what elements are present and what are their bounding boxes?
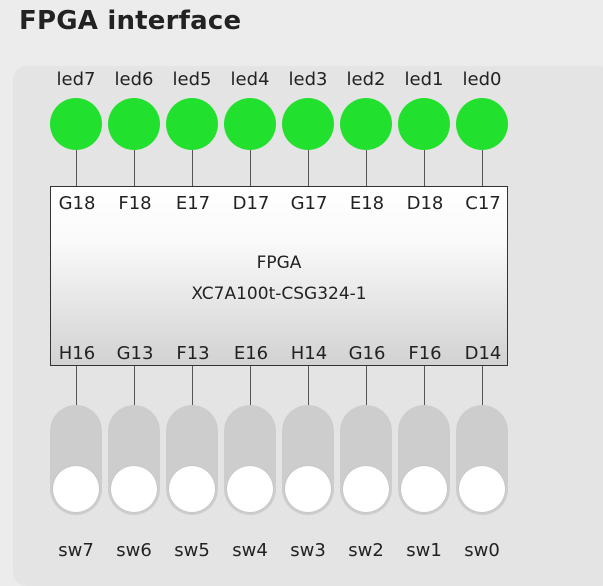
fpga-pin-label: C17 (465, 193, 501, 214)
fpga-pin-label: D14 (464, 343, 502, 364)
switch-knob[interactable] (401, 466, 447, 512)
fpga-pin-label: E16 (233, 343, 269, 364)
toggle-switch[interactable] (224, 405, 276, 515)
switch-label: sw4 (232, 540, 268, 561)
switch-label: sw7 (58, 540, 94, 561)
led-indicator (108, 98, 160, 150)
switch-knob[interactable] (169, 466, 215, 512)
led-indicator (166, 98, 218, 150)
toggle-switch[interactable] (398, 405, 450, 515)
led-label: led5 (172, 69, 212, 90)
fpga-pin-label: G13 (116, 343, 154, 364)
switch-wire (192, 366, 193, 408)
switch-label: sw0 (464, 540, 500, 561)
switch-knob[interactable] (227, 466, 273, 512)
led-label: led2 (346, 69, 386, 90)
fpga-pin-label: D17 (232, 193, 270, 214)
toggle-switch[interactable] (166, 405, 218, 515)
led-label: led6 (114, 69, 154, 90)
fpga-pin-label: H16 (58, 343, 96, 364)
fpga-pin-label: E18 (349, 193, 385, 214)
toggle-switch[interactable] (50, 405, 102, 515)
led-indicator (50, 98, 102, 150)
toggle-switch[interactable] (340, 405, 392, 515)
led-wire (424, 150, 425, 186)
fpga-part-number: XC7A100t-CSG324-1 (191, 284, 367, 304)
switch-knob[interactable] (459, 466, 505, 512)
fpga-pin-label: F18 (118, 193, 152, 214)
led-indicator (224, 98, 276, 150)
switch-wire (366, 366, 367, 408)
fpga-pin-label: H14 (290, 343, 328, 364)
led-indicator (282, 98, 334, 150)
fpga-pin-label: G17 (290, 193, 328, 214)
switch-label: sw3 (290, 540, 326, 561)
led-wire (134, 150, 135, 186)
fpga-name: FPGA (256, 253, 302, 273)
switch-label: sw6 (116, 540, 152, 561)
led-label: led7 (56, 69, 96, 90)
led-indicator (398, 98, 450, 150)
led-indicator (340, 98, 392, 150)
toggle-switch[interactable] (282, 405, 334, 515)
led-wire (308, 150, 309, 186)
switch-label: sw1 (406, 540, 442, 561)
switch-wire (250, 366, 251, 408)
led-label: led3 (288, 69, 328, 90)
led-label: led1 (404, 69, 444, 90)
switch-label: sw5 (174, 540, 210, 561)
switch-wire (308, 366, 309, 408)
fpga-pin-label: D18 (406, 193, 444, 214)
led-wire (192, 150, 193, 186)
led-wire (76, 150, 77, 186)
fpga-chip: FPGA XC7A100t-CSG324-1 G18 F18 E17 D17 G17 E1… (50, 186, 508, 366)
switch-wire (424, 366, 425, 408)
switch-knob[interactable] (53, 466, 99, 512)
led-label: led0 (462, 69, 502, 90)
switch-knob[interactable] (343, 466, 389, 512)
toggle-switch[interactable] (456, 405, 508, 515)
fpga-pin-label: G16 (348, 343, 386, 364)
toggle-switch[interactable] (108, 405, 160, 515)
fpga-pin-label: F16 (408, 343, 442, 364)
fpga-pin-label: F13 (176, 343, 210, 364)
switch-wire (482, 366, 483, 408)
switch-label: sw2 (348, 540, 384, 561)
switch-wire (134, 366, 135, 408)
page-title: FPGA interface (19, 6, 242, 36)
led-wire (250, 150, 251, 186)
led-wire (366, 150, 367, 186)
switch-wire (76, 366, 77, 408)
fpga-pin-label: E17 (175, 193, 211, 214)
switch-knob[interactable] (111, 466, 157, 512)
fpga-pin-label: G18 (58, 193, 96, 214)
switch-knob[interactable] (285, 466, 331, 512)
led-wire (482, 150, 483, 186)
led-label: led4 (230, 69, 270, 90)
led-indicator (456, 98, 508, 150)
